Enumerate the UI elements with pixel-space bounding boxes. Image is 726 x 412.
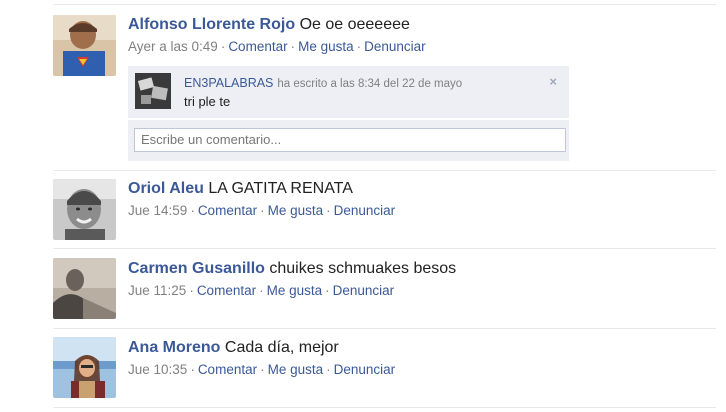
avatar[interactable] (53, 337, 116, 398)
comment-link[interactable]: Comentar (198, 362, 257, 377)
reply-area (128, 120, 569, 161)
timestamp: Ayer a las 0:49 (128, 39, 218, 54)
status-text: LA GATITA RENATA (208, 180, 353, 197)
report-link[interactable]: Denunciar (334, 362, 396, 377)
separator-dot: · (220, 39, 226, 54)
avatar[interactable] (53, 258, 116, 319)
comment-link[interactable]: Comentar (198, 203, 257, 218)
status-text: Cada día, mejor (224, 339, 339, 356)
like-link[interactable]: Me gusta (268, 203, 324, 218)
divider (53, 407, 716, 408)
close-icon[interactable]: × (549, 74, 557, 89)
like-link[interactable]: Me gusta (268, 362, 324, 377)
story-author-link[interactable]: Alfonso Llorente Rojo (128, 16, 295, 33)
comment-link[interactable]: Comentar (197, 283, 256, 298)
separator-dot: · (260, 203, 265, 218)
timestamp: Jue 11:25 (128, 283, 187, 298)
comment-input[interactable] (134, 128, 566, 152)
separator-dot: · (260, 362, 265, 377)
comment-link[interactable]: Comentar (228, 39, 287, 54)
like-link[interactable]: Me gusta (267, 283, 323, 298)
separator-dot: · (190, 203, 195, 218)
separator-dot: · (190, 362, 195, 377)
status-text: chuikes schmuakes besos (269, 260, 457, 277)
report-link[interactable]: Denunciar (334, 203, 396, 218)
divider (53, 170, 716, 171)
like-link[interactable]: Me gusta (298, 39, 354, 54)
comment-avatar[interactable] (135, 73, 171, 109)
timestamp: Jue 10:35 (128, 362, 188, 377)
report-link[interactable]: Denunciar (364, 39, 426, 54)
separator-dot: · (290, 39, 296, 54)
comment-text: tri ple te (184, 94, 231, 109)
news-feed: Alfonso Llorente Rojo Oe oe oeeeeee Ayer… (0, 0, 726, 412)
avatar[interactable] (53, 179, 116, 240)
comment-header: EN3PALABRAS ha escrito a las 8:34 del 22 … (184, 76, 462, 90)
separator-dot: · (189, 283, 194, 298)
timestamp: Jue 14:59 (128, 203, 188, 218)
separator-dot: · (356, 39, 362, 54)
avatar[interactable] (53, 15, 116, 76)
separator-dot: · (326, 362, 331, 377)
divider (53, 328, 716, 329)
separator-dot: · (325, 283, 330, 298)
story-author-link[interactable]: Ana Moreno (128, 339, 220, 356)
story-author-link[interactable]: Oriol Aleu (128, 180, 204, 197)
divider (53, 248, 716, 249)
comment: EN3PALABRAS ha escrito a las 8:34 del 22 … (128, 66, 569, 118)
comment-timestamp: ha escrito a las 8:34 del 22 de mayo (277, 78, 463, 90)
comment-section: EN3PALABRAS ha escrito a las 8:34 del 22 … (128, 66, 569, 161)
status-text: Oe oe oeeeeee (299, 16, 410, 33)
separator-dot: · (326, 203, 331, 218)
comment-author-link[interactable]: EN3PALABRAS (184, 76, 273, 90)
separator-dot: · (259, 283, 264, 298)
story-author-link[interactable]: Carmen Gusanillo (128, 260, 265, 277)
divider (53, 4, 716, 5)
report-link[interactable]: Denunciar (333, 283, 395, 298)
